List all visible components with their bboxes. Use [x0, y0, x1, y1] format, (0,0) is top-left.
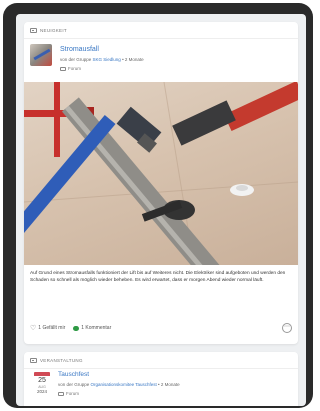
calendar-icon [30, 357, 37, 363]
event-date-year: 2024 [36, 389, 47, 394]
post-type-label: NEUIGKEIT [40, 27, 67, 33]
comment-bubble-icon [73, 325, 80, 331]
news-post-card: NEUIGKEIT Stromausfall von der Gruppe SK… [24, 22, 298, 344]
post-header: Stromausfall von der Gruppe SKG Siedlung… [30, 44, 292, 74]
event-type-label: VERANSTALTUNG [40, 357, 83, 363]
forum-icon [58, 391, 64, 396]
event-forum-tag[interactable]: Forum [58, 391, 79, 396]
event-forum-label: Forum [66, 391, 80, 396]
tablet-frame: NEUIGKEIT Stromausfall von der Gruppe SK… [3, 3, 313, 408]
heart-icon: ♡ [30, 324, 37, 332]
post-meta: von der Gruppe SKG Siedlung • 2 Monate [60, 57, 144, 62]
post-type-header: NEUIGKEIT [24, 22, 298, 39]
more-options-button[interactable]: ⋯ [282, 323, 292, 333]
post-image[interactable] [24, 82, 298, 265]
post-body: Auf Grund eines Stromausfalls funktionie… [30, 271, 286, 284]
comment-count-label: 1 Kommentar [81, 325, 112, 331]
like-count-label: 1 Gefällt mir [38, 325, 66, 331]
post-actions: ♡ 1 Gefällt mir 1 Kommentar ⋯ [30, 322, 292, 334]
group-link[interactable]: SKG Siedlung [93, 57, 121, 62]
event-meta-suffix: • 2 Monate [158, 382, 180, 387]
event-date-badge: 25 AUG 2024 [34, 372, 50, 400]
date-badge-accent [34, 372, 50, 376]
post-thumbnail[interactable] [30, 44, 52, 66]
forum-tag[interactable]: Forum [60, 66, 81, 71]
meta-prefix: von der Gruppe [60, 57, 92, 62]
event-meta: von der Gruppe Organisationskomitee Taus… [58, 382, 180, 387]
feed-screen: NEUIGKEIT Stromausfall von der Gruppe SK… [16, 14, 306, 406]
forum-label: Forum [68, 66, 82, 71]
event-title-link[interactable]: Tauschfest [58, 371, 89, 378]
meta-suffix: • 2 Monate [122, 57, 144, 62]
post-title-link[interactable]: Stromausfall [60, 46, 99, 53]
newspaper-icon [30, 27, 37, 33]
event-group-link[interactable]: Organisationskomitee Tauschfest [91, 382, 157, 387]
plumbing-tools-illustration [24, 82, 298, 265]
event-type-header: VERANSTALTUNG [24, 352, 298, 369]
event-post-card: VERANSTALTUNG 25 AUG 2024 Tauschfest von… [24, 352, 298, 406]
like-button[interactable]: ♡ 1 Gefällt mir [30, 325, 65, 332]
comments-button[interactable]: 1 Kommentar [73, 325, 111, 331]
event-date-day: 25 [38, 377, 46, 384]
event-meta-prefix: von der Gruppe [58, 382, 90, 387]
forum-icon [60, 66, 66, 71]
